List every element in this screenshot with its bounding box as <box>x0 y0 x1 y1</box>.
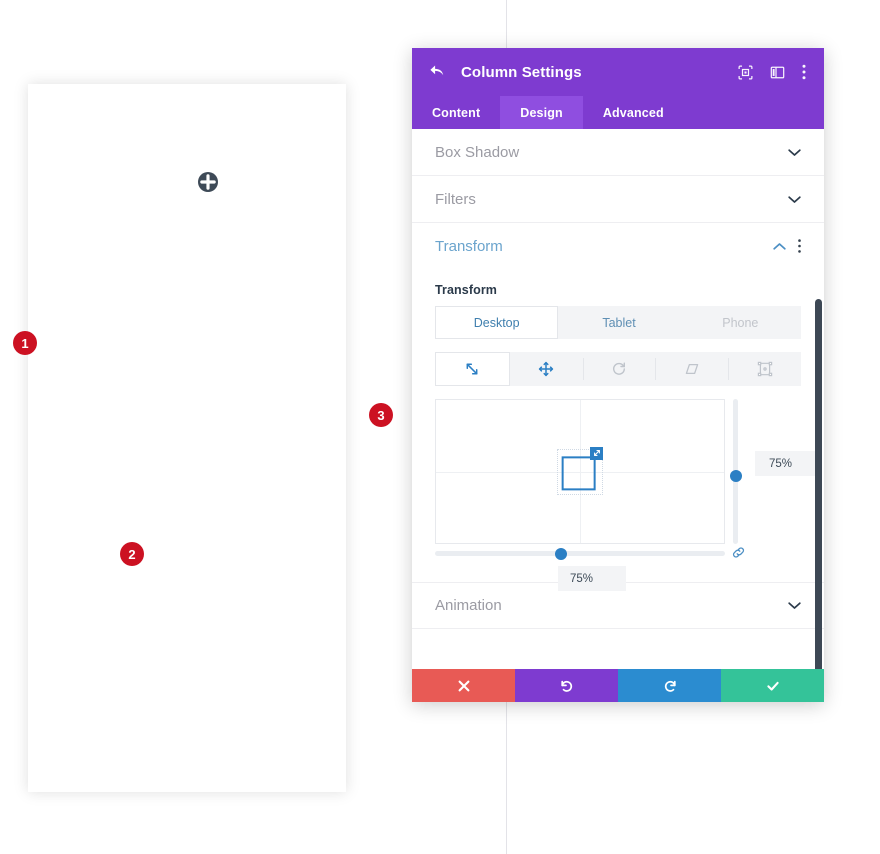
modal-title: Column Settings <box>461 63 582 81</box>
section-animation-label: Animation <box>435 597 502 614</box>
checkmark-icon <box>766 681 779 691</box>
undo-button[interactable] <box>515 669 618 702</box>
shape-resize-handle[interactable] <box>590 446 603 460</box>
callout-badge-2: 2 <box>120 542 144 566</box>
transform-tool-group <box>435 352 801 386</box>
transform-tool-skew[interactable] <box>655 352 728 386</box>
transform-tool-scale[interactable] <box>435 352 510 386</box>
transform-tool-move[interactable] <box>510 352 583 386</box>
scale-x-slider[interactable] <box>435 547 725 560</box>
callout-badge-3: 3 <box>369 403 393 427</box>
section-transform-controls <box>773 239 801 253</box>
chevron-up-icon[interactable] <box>773 242 786 251</box>
scale-x-value-field[interactable]: 75% <box>558 566 626 591</box>
transform-preview-canvas[interactable] <box>435 399 725 544</box>
section-transform-label: Transform <box>435 237 503 255</box>
section-transform[interactable]: Transform <box>412 223 824 269</box>
section-filters-label: Filters <box>435 190 476 208</box>
chevron-down-icon[interactable] <box>788 601 801 610</box>
skew-parallelogram-icon <box>685 363 699 375</box>
focus-preview-icon[interactable] <box>738 65 753 80</box>
redo-button[interactable] <box>618 669 721 702</box>
device-tab-group: Desktop Tablet Phone <box>435 306 801 339</box>
redo-arrow-icon <box>664 680 676 692</box>
scale-y-slider-thumb[interactable] <box>729 469 742 482</box>
diagonal-resize-icon <box>593 450 600 456</box>
modal-footer <box>412 669 824 702</box>
move-arrows-icon <box>539 361 554 377</box>
split-view-icon[interactable] <box>770 65 785 80</box>
scale-y-value-field[interactable]: 75% <box>755 451 821 476</box>
tab-design[interactable]: Design <box>500 96 583 129</box>
section-box-shadow-controls <box>788 148 801 157</box>
screen: Column Settings Content Design Advanced … <box>0 0 880 854</box>
close-x-icon <box>458 680 469 691</box>
scale-x-slider-thumb[interactable] <box>555 547 568 560</box>
device-tab-desktop[interactable]: Desktop <box>435 306 559 339</box>
panel-scrollbar[interactable] <box>815 299 822 669</box>
device-tab-phone[interactable]: Phone <box>680 306 801 339</box>
column-settings-modal: Column Settings Content Design Advanced … <box>412 48 824 702</box>
transform-origin-icon <box>757 361 772 377</box>
add-section-button[interactable] <box>198 172 218 192</box>
section-animation-controls <box>788 601 801 610</box>
transform-shape[interactable] <box>561 455 596 490</box>
undo-arrow-icon <box>560 680 572 692</box>
section-box-shadow-label: Box Shadow <box>435 143 520 161</box>
rotate-icon <box>613 362 625 375</box>
device-tab-tablet[interactable]: Tablet <box>558 306 679 339</box>
section-box-shadow[interactable]: Box Shadow <box>412 129 824 176</box>
chevron-down-icon[interactable] <box>788 195 801 204</box>
scale-y-slider[interactable] <box>729 399 742 544</box>
transform-tool-rotate[interactable] <box>582 352 656 386</box>
save-button[interactable] <box>721 669 824 702</box>
transform-tool-origin[interactable] <box>728 352 801 386</box>
link-chain-icon <box>732 547 745 558</box>
plus-icon <box>200 174 216 190</box>
modal-tab-bar: Content Design Advanced <box>412 96 824 129</box>
link-axes-button[interactable] <box>731 545 746 560</box>
modal-body: Box Shadow Filters Transform Transform D… <box>412 129 824 669</box>
diagonal-resize-icon <box>466 363 478 375</box>
transform-panel: Transform Desktop Tablet Phone 75% 75% <box>412 283 824 591</box>
section-filters[interactable]: Filters <box>412 176 824 223</box>
header-icon-group <box>738 64 806 80</box>
tab-advanced[interactable]: Advanced <box>583 96 684 129</box>
more-options-icon[interactable] <box>802 64 806 80</box>
callout-badge-1: 1 <box>13 331 37 355</box>
page-card <box>28 84 346 792</box>
section-filters-controls <box>788 195 801 204</box>
chevron-down-icon[interactable] <box>788 148 801 157</box>
transform-field-label: Transform <box>435 283 498 297</box>
modal-header: Column Settings <box>412 48 824 96</box>
tab-content[interactable]: Content <box>412 96 500 129</box>
back-arrow-icon[interactable] <box>430 64 447 81</box>
section-options-icon[interactable] <box>798 239 801 253</box>
cancel-button[interactable] <box>412 669 515 702</box>
transform-canvas-area: 75% 75% <box>435 399 821 591</box>
